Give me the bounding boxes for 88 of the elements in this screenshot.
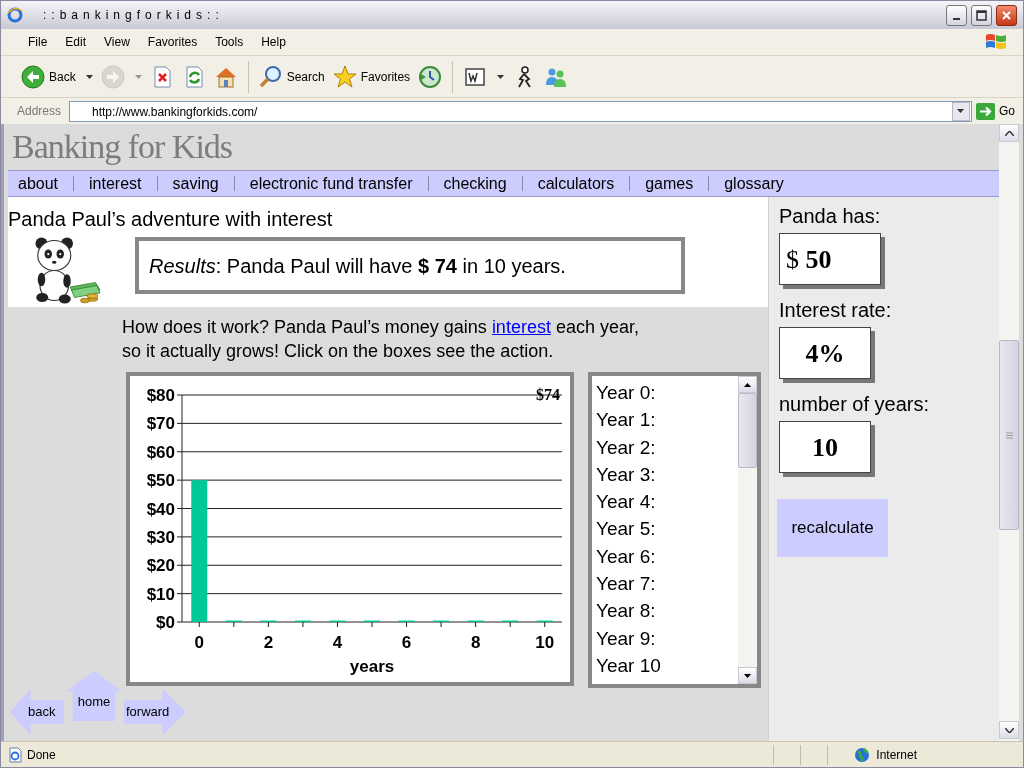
minimize-icon: [953, 18, 960, 20]
page-icon: [7, 746, 23, 763]
year-list-item[interactable]: Year 1:: [596, 406, 738, 434]
nav-link[interactable]: interest: [74, 171, 157, 196]
back-button[interactable]: Back: [17, 58, 97, 95]
favorites-button[interactable]: Favorites: [328, 58, 415, 95]
nav-link[interactable]: games: [630, 171, 709, 196]
y-tick-label: $20: [146, 556, 175, 576]
menu-item[interactable]: Edit: [56, 33, 96, 51]
scroll-up-button[interactable]: [738, 376, 757, 393]
interest-link[interactable]: interest: [491, 317, 551, 337]
close-icon: [1001, 9, 1012, 21]
minimize-button[interactable]: [946, 4, 967, 26]
year-list-item[interactable]: Year 10: [596, 651, 738, 680]
y-tick-label: $70: [146, 414, 175, 434]
year-list-item[interactable]: Year 5:: [596, 515, 738, 543]
x-tick-label: 8: [470, 633, 481, 652]
recalculate-button[interactable]: recalculate: [777, 499, 888, 557]
up-arrow-icon: [744, 382, 751, 387]
star-icon: [332, 64, 357, 89]
page-heading: Panda Paul’s adventure with interest: [8, 207, 333, 232]
caret-icon: [957, 109, 965, 113]
x-tick-label: 4: [332, 633, 343, 652]
year-list-item[interactable]: Year 9:: [596, 624, 738, 652]
address-label: Address: [17, 103, 62, 120]
menu-item[interactable]: Help: [252, 33, 295, 51]
search-icon: [258, 64, 283, 89]
window-title: ::bankingforkids::: [43, 7, 224, 24]
year-list-item[interactable]: Year 7:: [596, 570, 738, 598]
year-list-item[interactable]: Year 4:: [596, 488, 738, 516]
year-list[interactable]: Year 0: Year 1: Year 2: Year 3: Year 4: Year 5: Year 6: Year 7: Year 8: Year 9: Year 10: [588, 372, 761, 688]
x-tick-label: 0: [194, 633, 204, 652]
y-tick-label: $10: [146, 584, 175, 604]
status-text: Done: [27, 746, 56, 764]
caret-icon: [85, 74, 93, 79]
menu-item[interactable]: Tools: [206, 33, 253, 51]
scroll-down-button[interactable]: [738, 667, 757, 684]
explanation-text: How does it work? Panda Paul’s money gains interest each year, so it actually grows! Click on the boxes see the action.: [122, 316, 640, 363]
address-field[interactable]: http://www.bankingforkids.com/: [69, 100, 972, 122]
nav-link[interactable]: glossary: [709, 171, 799, 196]
y-tick-label: $80: [146, 386, 175, 405]
windows-logo-icon: [985, 32, 1007, 52]
x-tick-label: 6: [401, 633, 412, 652]
nav-link[interactable]: about: [8, 171, 74, 196]
forward-nav-button[interactable]: forward: [124, 689, 186, 735]
menu-item[interactable]: View: [95, 33, 139, 51]
year-list-item[interactable]: Year 0:: [596, 379, 738, 407]
caret-icon: [497, 74, 505, 79]
down-arrow-icon: [744, 673, 751, 678]
go-arrow-icon: [976, 102, 995, 120]
nav-link[interactable]: electronic fund transfer: [234, 171, 428, 196]
scroll-down-button[interactable]: [999, 721, 1019, 739]
globe-icon: [854, 746, 871, 763]
y-tick-label: $0: [156, 613, 175, 632]
scroll-thumb[interactable]: [738, 393, 757, 468]
x-axis-title: years: [349, 657, 395, 676]
scroll-thumb[interactable]: [999, 340, 1019, 530]
year-list-item[interactable]: Year 2:: [596, 433, 738, 461]
chart-annotation: $74: [536, 386, 560, 403]
x-tick-label: 10: [535, 633, 555, 652]
y-tick-label: $40: [146, 499, 175, 519]
year-list-item[interactable]: Year 3:: [596, 460, 738, 489]
year-list-item[interactable]: Year 6:: [596, 542, 738, 571]
menu-item[interactable]: File: [19, 33, 57, 51]
close-button[interactable]: [996, 4, 1017, 26]
nav-link[interactable]: saving: [157, 171, 234, 196]
scroll-up-button[interactable]: [999, 124, 1019, 142]
zone-text: Internet: [876, 746, 917, 764]
y-tick-label: $60: [146, 442, 175, 462]
field-label: Interest rate:: [779, 298, 893, 323]
browser-icon: [7, 7, 23, 23]
year-list-item[interactable]: Year 8:: [596, 597, 738, 625]
caret-icon: [134, 74, 142, 79]
go-button[interactable]: Go: [970, 102, 1017, 120]
results-message: Results: Panda Paul will have $ 74 in 10 years.: [135, 237, 685, 294]
home-nav-button[interactable]: home: [66, 671, 122, 721]
field-label: Panda has:: [779, 204, 882, 229]
nav-link[interactable]: checking: [428, 171, 522, 196]
x-tick-label: 2: [263, 633, 274, 652]
back-nav-button[interactable]: back: [10, 689, 64, 735]
maximize-button[interactable]: [971, 4, 992, 26]
menu-item[interactable]: Favorites: [138, 33, 207, 51]
nav-link[interactable]: calculators: [522, 171, 630, 196]
field-label: number of years:: [779, 392, 931, 417]
search-button[interactable]: Search: [254, 58, 329, 95]
y-tick-label: $50: [146, 471, 175, 491]
y-tick-label: $30: [146, 527, 175, 547]
maximize-icon: [976, 9, 987, 21]
